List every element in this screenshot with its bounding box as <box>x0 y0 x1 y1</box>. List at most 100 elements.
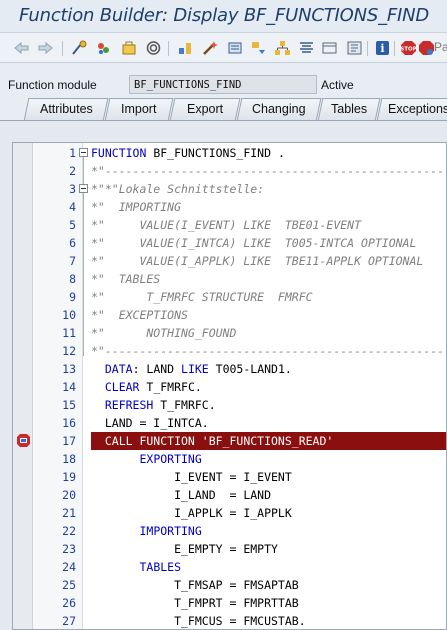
code-text: REFRESH T_FMRFC. <box>104 398 216 412</box>
code-line[interactable]: 21 I_APPLK = I_APPLK <box>13 504 446 522</box>
code-text: CLEAR T_FMRFC. <box>104 380 202 394</box>
line-number: 21 <box>62 506 76 520</box>
tab-changing[interactable]: Changing <box>236 98 322 121</box>
code-text: E_EMPTY = EMPTY <box>91 542 278 556</box>
line-number: 22 <box>62 524 76 538</box>
line-number: 23 <box>62 542 76 556</box>
code-line[interactable]: 5 *" VALUE(I_EVENT) LIKE TBE01-EVENT <box>13 216 446 234</box>
tab-export[interactable]: Export <box>169 98 241 121</box>
line-number: 5 <box>69 218 76 232</box>
code-text: I_EVENT = I_EVENT <box>91 470 292 484</box>
code-text: LAND = I_INTCA. <box>91 416 209 430</box>
other-object-icon[interactable] <box>71 40 88 56</box>
code-text: *" T_FMRFC STRUCTURE FMRFC <box>91 290 313 304</box>
tab-tables[interactable]: Tables <box>317 98 381 121</box>
code-line[interactable]: 12 *"------------------------------------… <box>13 342 446 360</box>
code-line[interactable]: 1 FUNCTION BF_FUNCTIONS_FIND . <box>13 144 446 162</box>
line-number: 19 <box>62 470 76 484</box>
function-module-label: Function module <box>8 78 97 92</box>
code-line[interactable]: 27 T_FMCUS = FMCUSTAB. <box>13 612 446 629</box>
function-module-field[interactable]: BF_FUNCTIONS_FIND <box>129 75 317 94</box>
tab-import[interactable]: Import <box>104 98 174 121</box>
code-line[interactable]: 22 IMPORTING <box>13 522 446 540</box>
navigation-window-icon[interactable] <box>274 40 291 56</box>
documentation-icon[interactable] <box>346 40 363 56</box>
code-line[interactable]: 20 I_LAND = LAND <box>13 486 446 504</box>
tab-label: Tables <box>330 102 368 116</box>
code-text: *" TABLES <box>91 272 161 286</box>
code-line[interactable]: 19 I_EVENT = I_EVENT <box>13 468 446 486</box>
display-change-icon[interactable] <box>95 40 112 56</box>
pretty-printer-icon[interactable] <box>298 40 315 56</box>
tab-attributes[interactable]: Attributes <box>23 98 109 121</box>
svg-text:i: i <box>380 42 384 55</box>
active-inactive-icon[interactable] <box>121 40 138 56</box>
code-text: EXPORTING <box>139 452 202 466</box>
code-line[interactable]: 13 DATA: LAND LIKE T005-LAND1. <box>13 360 446 378</box>
code-line[interactable]: 26 T_FMPRT = FMPRTTAB <box>13 594 446 612</box>
fold-toggle-icon[interactable] <box>79 184 88 193</box>
code-line[interactable]: 3 *"*"Lokale Schnittstelle: <box>13 180 446 198</box>
line-number: 25 <box>62 578 76 592</box>
line-number: 26 <box>62 596 76 610</box>
code-line[interactable]: 2 *"-------------------------------------… <box>13 162 446 180</box>
layout-icon[interactable] <box>321 40 338 56</box>
info-icon[interactable]: i <box>374 40 391 56</box>
line-number: 11 <box>62 326 76 340</box>
code-text: *" VALUE(I_APPLK) LIKE TBE11-APPLK OPTIO… <box>91 254 424 268</box>
code-line[interactable]: 6 *" VALUE(I_INTCA) LIKE T005-INTCA OPTIO… <box>13 234 446 252</box>
check-icon[interactable] <box>177 40 194 56</box>
code-line[interactable]: 9 *" T_FMRFC STRUCTURE FMRFC <box>13 288 446 306</box>
tab-exceptions[interactable]: Exceptions <box>376 98 447 121</box>
code-text: FUNCTION BF_FUNCTIONS_FIND . <box>91 146 285 160</box>
code-line[interactable]: 7 *" VALUE(I_APPLK) LIKE TBE11-APPLK OPTI… <box>13 252 446 270</box>
line-number: 7 <box>69 254 76 268</box>
tab-label: Attributes <box>39 102 93 116</box>
fold-toggle-icon[interactable] <box>79 148 88 157</box>
line-number: 2 <box>69 164 76 178</box>
code-line[interactable]: 25 T_FMSAP = FMSAPTAB <box>13 576 446 594</box>
line-number: 27 <box>62 614 76 628</box>
code-line[interactable]: 8 *" TABLES <box>13 270 446 288</box>
code-text: I_APPLK = I_APPLK <box>91 506 292 520</box>
application-toolbar: i STOP Pa <box>0 33 447 63</box>
code-line[interactable]: 15 REFRESH T_FMRFC. <box>13 396 446 414</box>
back-arrow-icon[interactable] <box>13 40 30 56</box>
line-number: 9 <box>69 290 76 304</box>
status-text: Active <box>321 78 354 92</box>
where-used-icon[interactable] <box>145 40 162 56</box>
code-line[interactable]: 16 LAND = I_INTCA. <box>13 414 446 432</box>
code-line[interactable]: 24 TABLES <box>13 558 446 576</box>
code-text: *" EXCEPTIONS <box>91 308 188 322</box>
line-number: 10 <box>62 308 76 322</box>
code-line[interactable]: 4 *" IMPORTING <box>13 198 446 216</box>
line-number: 12 <box>62 344 76 358</box>
line-number: 15 <box>62 398 76 412</box>
code-line[interactable]: 14 CLEAR T_FMRFC. <box>13 378 446 396</box>
line-number: 14 <box>62 380 76 394</box>
tab-label: Import <box>121 102 157 116</box>
code-text: *"*"Lokale Schnittstelle: <box>91 182 265 196</box>
code-text: *"--------------------------------------… <box>91 344 446 358</box>
activate-icon[interactable] <box>202 40 219 56</box>
line-number: 16 <box>62 416 76 430</box>
breakpoint-icon[interactable] <box>16 433 31 448</box>
line-number: 6 <box>69 236 76 250</box>
stop-icon[interactable]: STOP <box>400 40 417 56</box>
code-line[interactable]: 11 *" NOTHING_FOUND <box>13 324 446 342</box>
code-text: *" VALUE(I_INTCA) LIKE T005-INTCA OPTION… <box>91 236 417 250</box>
code-line[interactable]: 23 E_EMPTY = EMPTY <box>13 540 446 558</box>
forward-arrow-icon[interactable] <box>37 40 54 56</box>
source-code-editor[interactable]: 1 FUNCTION BF_FUNCTIONS_FIND . 2 *"--------… <box>12 142 447 630</box>
line-number: 20 <box>62 488 76 502</box>
code-line[interactable]: 10 *" EXCEPTIONS <box>13 306 446 324</box>
window-title: Function Builder: Display BF_FUNCTIONS_F… <box>19 5 430 26</box>
object-list-icon[interactable] <box>250 40 267 56</box>
code-text: CALL FUNCTION 'BF_FUNCTIONS_READ' <box>91 432 446 450</box>
code-line[interactable]: 18 EXPORTING <box>13 450 446 468</box>
external-breakpoint-icon[interactable] <box>418 40 435 56</box>
test-icon[interactable] <box>227 40 244 56</box>
code-text: *"--------------------------------------… <box>91 164 446 178</box>
code-line[interactable]: 17 CALL FUNCTION 'BF_FUNCTIONS_READ' <box>13 432 446 450</box>
code-text: T_FMSAP = FMSAPTAB <box>91 578 299 592</box>
